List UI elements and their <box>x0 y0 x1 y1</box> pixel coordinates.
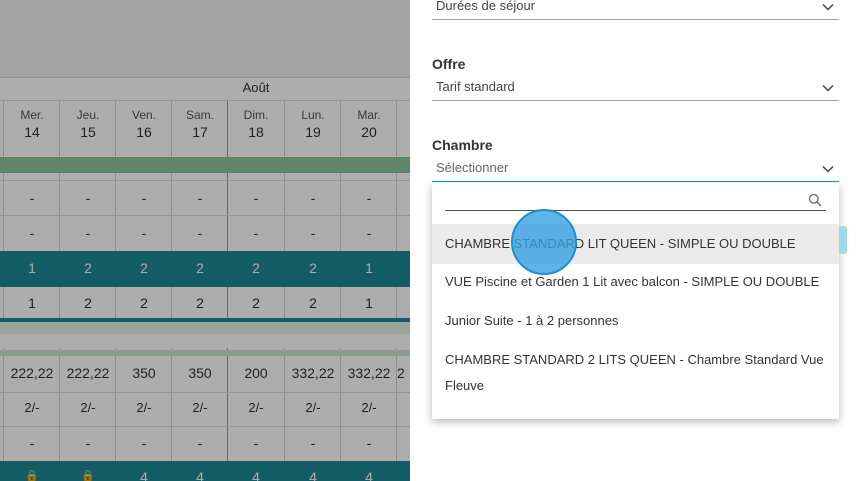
offre-select[interactable]: Tarif standard <box>432 75 839 101</box>
chambre-label: Chambre <box>432 137 493 153</box>
chevron-down-icon <box>822 84 834 92</box>
dropdown-search[interactable] <box>445 189 826 211</box>
duree-value: Durées de séjour <box>436 0 535 13</box>
room-option[interactable]: CHAMBRE STANDARD 2 LITS QUEEN - Chambre … <box>432 347 839 373</box>
room-option[interactable]: VUE Piscine et Garden 1 Lit avec balcon … <box>432 269 839 295</box>
modal-backdrop[interactable] <box>0 0 410 481</box>
panel-edge-tab <box>839 226 847 254</box>
duree-select[interactable]: Durées de séjour <box>432 0 839 20</box>
room-option[interactable]: Junior Suite - 1 à 2 personnes <box>432 308 839 334</box>
search-icon <box>808 193 822 207</box>
chambre-select[interactable]: Sélectionner <box>432 156 839 182</box>
chevron-down-icon <box>822 165 834 173</box>
room-option-continued[interactable]: Fleuve <box>432 373 839 399</box>
click-indicator <box>511 209 577 275</box>
chevron-down-icon <box>822 3 834 11</box>
room-option[interactable]: CHAMBRE STANDARD LIT QUEEN - SIMPLE OU D… <box>432 224 839 264</box>
chambre-placeholder: Sélectionner <box>436 160 509 175</box>
search-input[interactable] <box>445 189 795 210</box>
offre-label: Offre <box>432 56 466 72</box>
chambre-dropdown: CHAMBRE STANDARD LIT QUEEN - SIMPLE OU D… <box>432 183 839 419</box>
offre-value: Tarif standard <box>436 79 515 94</box>
